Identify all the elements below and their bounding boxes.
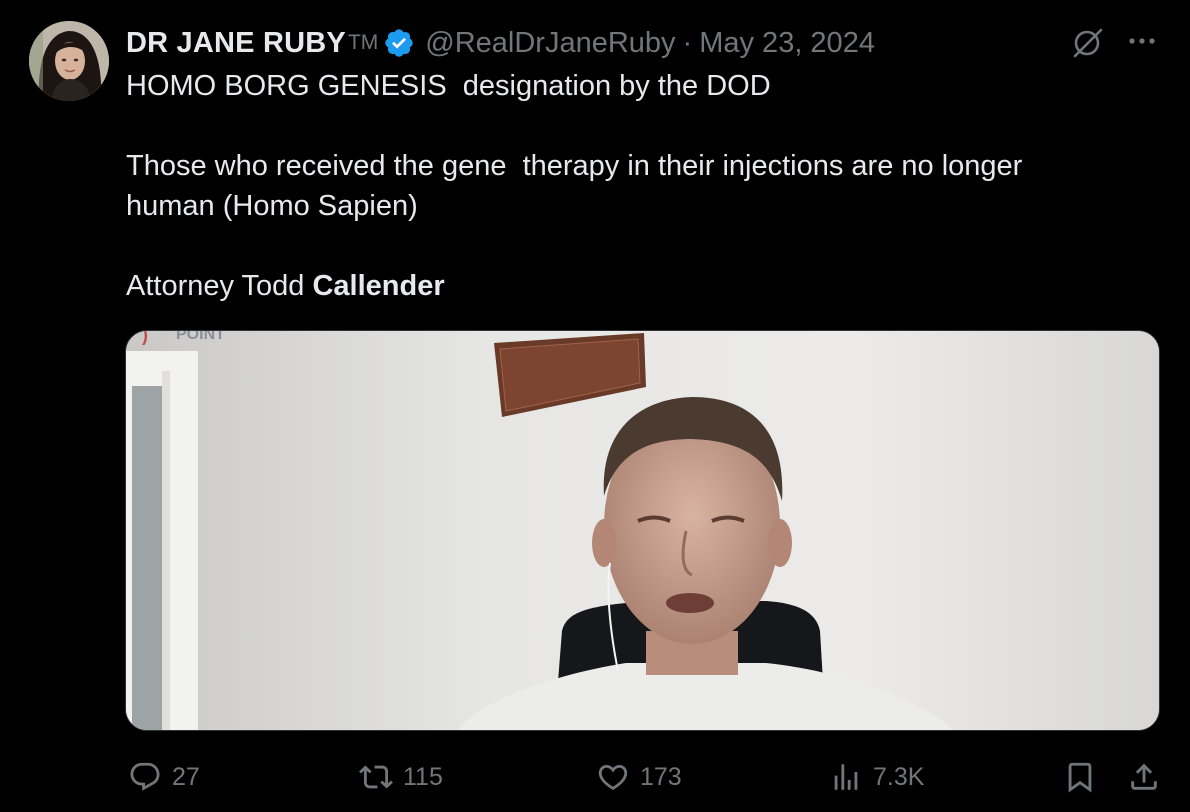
avatar-photo [29, 21, 109, 101]
share-button[interactable] [1127, 752, 1161, 802]
author-name-suffix: TM [347, 31, 379, 54]
video-frame: ) POINT [126, 331, 1159, 730]
tweet-blank-line [126, 106, 1136, 146]
tweet-text-regular: Attorney Todd [126, 270, 313, 302]
like-button[interactable]: 173 [596, 752, 682, 802]
repost-count: 115 [403, 762, 443, 791]
share-icon [1131, 763, 1157, 790]
tweet-text-line: HOMO BORG GENESIS designation by the DOD [126, 70, 771, 102]
grok-icon[interactable] [1070, 24, 1106, 60]
views-count: 7.3K [873, 762, 925, 791]
repost-button[interactable]: 115 [359, 752, 443, 802]
avatar[interactable] [29, 21, 109, 101]
author-name[interactable]: DR JANE RUBY [126, 27, 346, 60]
video-watermark: ) [142, 331, 148, 345]
tweet-text-line: human (Homo Sapien) [126, 190, 418, 222]
verified-badge-icon[interactable] [383, 27, 415, 59]
bookmark-icon [1068, 762, 1092, 793]
tweet-actions: 27 115 173 7.3K [0, 752, 1190, 802]
tweet-text-bold: Callender [312, 270, 445, 302]
tweet-date[interactable]: May 23, 2024 [699, 27, 875, 60]
like-count: 173 [640, 762, 682, 791]
reply-icon [130, 762, 160, 791]
tweet: DR JANE RUBY TM @RealDrJaneRuby · May 23… [0, 0, 1190, 812]
tweet-text-line: Attorney Todd Callender [126, 266, 1136, 306]
reply-count: 27 [172, 762, 200, 791]
video-watermark-text: POINT [176, 331, 225, 343]
tweet-header: DR JANE RUBY TM @RealDrJaneRuby · May 23… [126, 24, 875, 62]
author-handle[interactable]: @RealDrJaneRuby [425, 27, 675, 60]
header-separator: · [682, 26, 693, 59]
repost-icon [359, 765, 393, 789]
bookmark-button[interactable] [1063, 752, 1097, 802]
video-player[interactable]: ) POINT [125, 330, 1160, 731]
tweet-text-line: Those who received the gene therapy in t… [126, 150, 1023, 182]
heart-icon [598, 764, 628, 790]
tweet-text: HOMO BORG GENESIS designation by the DOD… [126, 66, 1136, 306]
views-button[interactable]: 7.3K [829, 752, 924, 802]
more-icon[interactable] [1124, 26, 1160, 56]
views-icon [834, 764, 858, 790]
reply-button[interactable]: 27 [128, 752, 200, 802]
tweet-blank-line [126, 226, 1136, 266]
